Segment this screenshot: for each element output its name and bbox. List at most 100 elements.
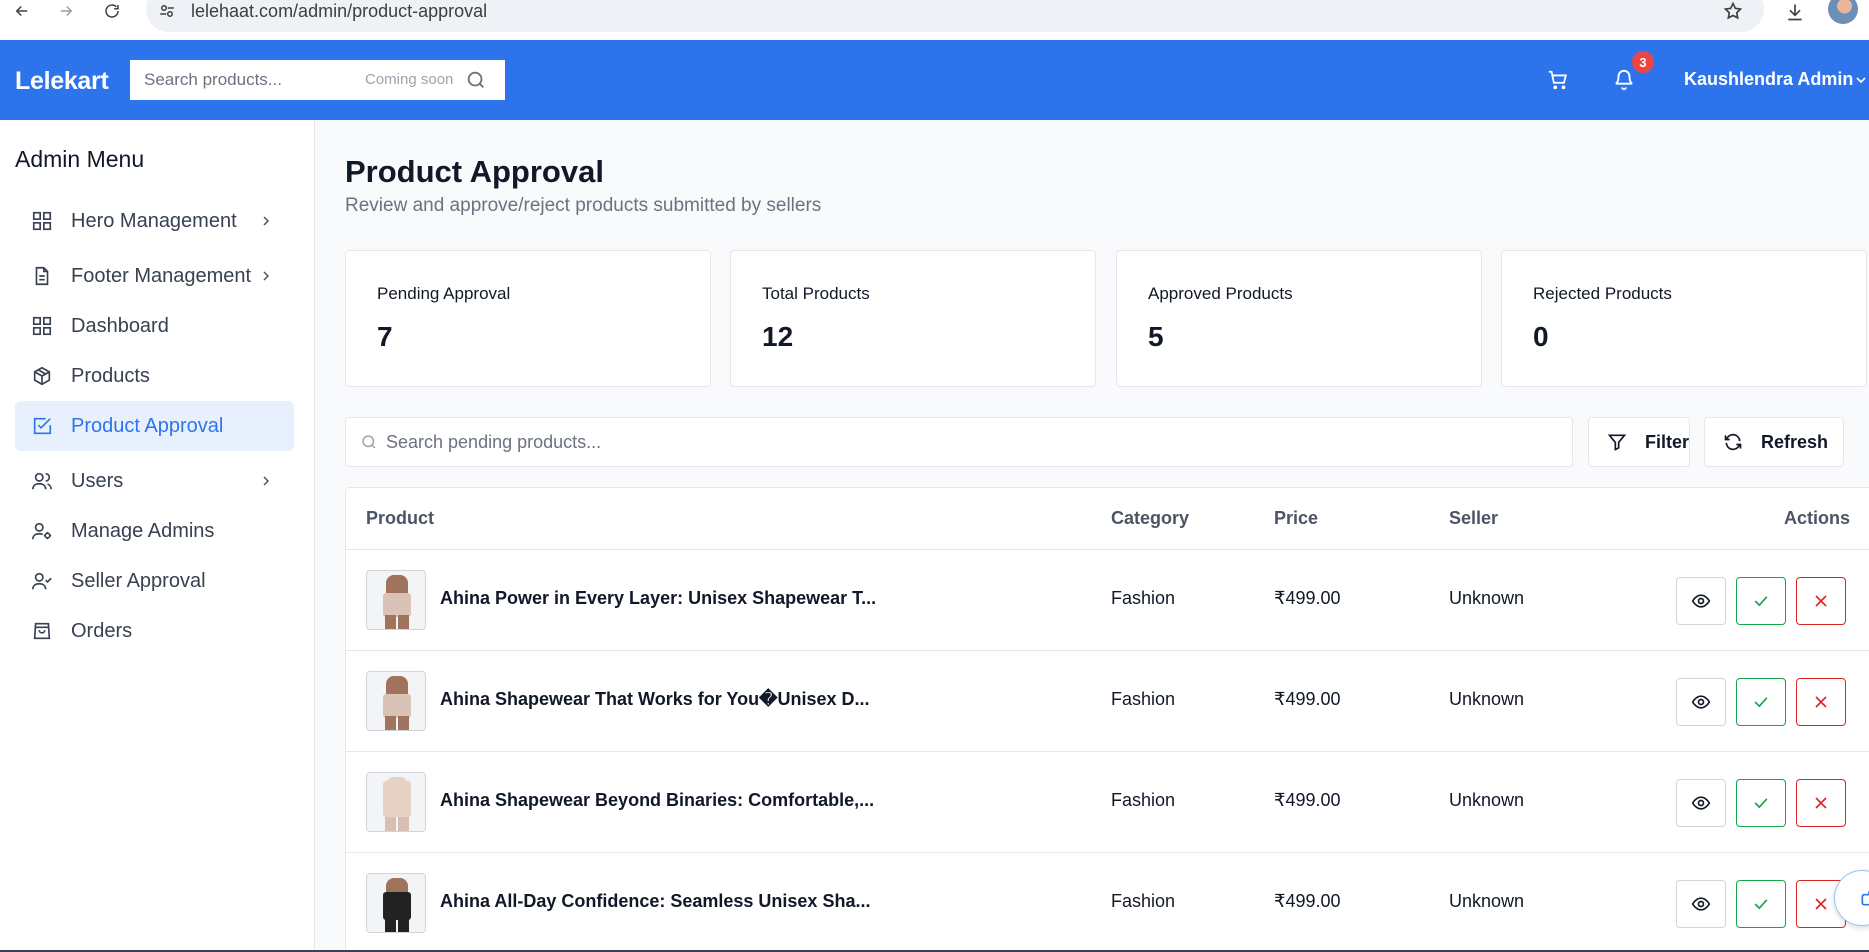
search-input[interactable] [144,60,344,100]
sidebar-item-orders[interactable]: Orders [15,606,294,656]
close-icon [1815,797,1827,809]
search-icon [358,431,380,453]
site-settings-icon[interactable] [158,0,178,22]
product-name[interactable]: Ahina Shapewear Beyond Binaries: Comfort… [440,790,874,811]
package-icon [29,363,55,389]
refresh-button[interactable]: Refresh [1704,417,1844,467]
user-cog-icon [29,518,55,544]
column-header-category: Category [1111,508,1190,528]
page-subtitle: Review and approve/reject products submi… [345,195,822,216]
stat-label: Pending Approval [377,284,511,303]
filter-button[interactable]: Filter [1588,417,1690,467]
sidebar-item-dashboard[interactable]: Dashboard [15,301,294,351]
check-icon [1754,697,1768,708]
product-thumbnail[interactable] [366,570,426,630]
column-header-price: Price [1274,508,1319,528]
sidebar-item-label: Hero Management [71,209,237,232]
reject-button[interactable] [1796,678,1846,726]
notification-badge: 3 [1632,51,1654,73]
sidebar-item-users[interactable]: Users [15,456,294,506]
filter-icon [1605,430,1629,454]
eye-icon [1691,796,1711,810]
stat-label: Total Products [762,284,870,303]
product-name[interactable]: Ahina Shapewear That Works for You�Unise… [440,689,870,710]
stat-value: 5 [1148,321,1164,352]
page-title: Product Approval [345,154,604,189]
forward-icon[interactable] [52,0,80,22]
product-thumbnail[interactable] [366,873,426,933]
sidebar-item-label: Orders [71,619,133,642]
view-button[interactable] [1676,577,1726,625]
grid-icon [29,313,55,339]
sidebar-item-label: Footer Management [71,264,252,287]
product-name[interactable]: Ahina All-Day Confidence: Seamless Unise… [440,891,870,912]
products-table: Product Category Price Seller Actions Ah… [345,487,1869,952]
chevron-right-icon [256,266,276,286]
stat-value: 0 [1533,321,1549,352]
url-text[interactable]: lelehaat.com/admin/product-approval [191,0,487,22]
view-button[interactable] [1676,779,1726,827]
product-thumbnail[interactable] [366,772,426,832]
check-icon [1754,798,1768,809]
sidebar-item-footer-management[interactable]: Footer Management [15,251,294,301]
chevron-right-icon [256,471,276,491]
approve-button[interactable] [1736,577,1786,625]
product-seller: Unknown [1449,689,1525,709]
reload-icon[interactable] [98,0,126,22]
cart-icon[interactable] [1546,68,1570,92]
sidebar-item-label: Products [71,364,150,387]
table-row: Ahina Shapewear That Works for You�Unise… [346,651,1869,752]
sidebar-item-product-approval[interactable]: Product Approval [15,401,294,451]
refresh-label: Refresh [1761,431,1829,452]
product-thumbnail[interactable] [366,671,426,731]
sidebar-item-label: Users [71,469,124,492]
sidebar-item-label: Product Approval [71,414,224,437]
check-square-icon [29,413,55,439]
back-icon[interactable] [8,0,36,22]
bookmark-star-icon[interactable] [1720,0,1746,22]
table-row: Ahina Shapewear Beyond Binaries: Comfort… [346,752,1869,853]
approve-button[interactable] [1736,678,1786,726]
approve-button[interactable] [1736,779,1786,827]
sidebar-title: Admin Menu [15,146,145,172]
main-content: Product Approval Review and approve/reje… [315,120,1869,952]
search-pending-input[interactable] [386,418,1536,466]
search-icon[interactable] [464,68,488,92]
column-header-product: Product [366,508,435,528]
reject-button[interactable] [1796,577,1846,625]
coming-soon-label: Coming soon [365,71,454,88]
view-button[interactable] [1676,678,1726,726]
sidebar-item-seller-approval[interactable]: Seller Approval [15,556,294,606]
approve-button[interactable] [1736,880,1786,928]
file-text-icon [29,263,55,289]
chevron-down-icon[interactable] [1853,70,1869,90]
product-price: ₹499.00 [1274,689,1341,709]
product-category: Fashion [1111,689,1176,709]
sidebar-item-products[interactable]: Products [15,351,294,401]
stat-label: Approved Products [1148,284,1293,303]
browser-toolbar: lelehaat.com/admin/product-approval [0,0,1869,40]
logo[interactable]: Lelekart [15,67,109,96]
product-name[interactable]: Ahina Power in Every Layer: Unisex Shape… [440,588,876,609]
stat-value: 12 [762,321,794,352]
user-menu[interactable]: Kaushlendra Admin [1684,69,1853,90]
stat-card-pending: Pending Approval 7 [345,250,711,387]
download-icon[interactable] [1782,0,1808,24]
app-header: Lelekart Coming soon 3 Kaushlendra Admin [0,40,1869,120]
user-check-icon [29,568,55,594]
close-icon [1815,595,1827,607]
close-icon [1815,898,1827,910]
view-button[interactable] [1676,880,1726,928]
stat-card-approved: Approved Products 5 [1116,250,1482,387]
sidebar-item-manage-admins[interactable]: Manage Admins [15,506,294,556]
grid-icon [29,208,55,234]
stat-label: Rejected Products [1533,284,1672,303]
reject-button[interactable] [1796,779,1846,827]
check-icon [1754,596,1768,607]
bell-icon[interactable] [1612,68,1636,92]
eye-icon [1691,695,1711,709]
profile-avatar[interactable] [1828,0,1858,24]
sidebar-item-hero-management[interactable]: Hero Management [15,196,294,246]
column-header-seller: Seller [1449,508,1499,528]
product-price: ₹499.00 [1274,790,1341,810]
